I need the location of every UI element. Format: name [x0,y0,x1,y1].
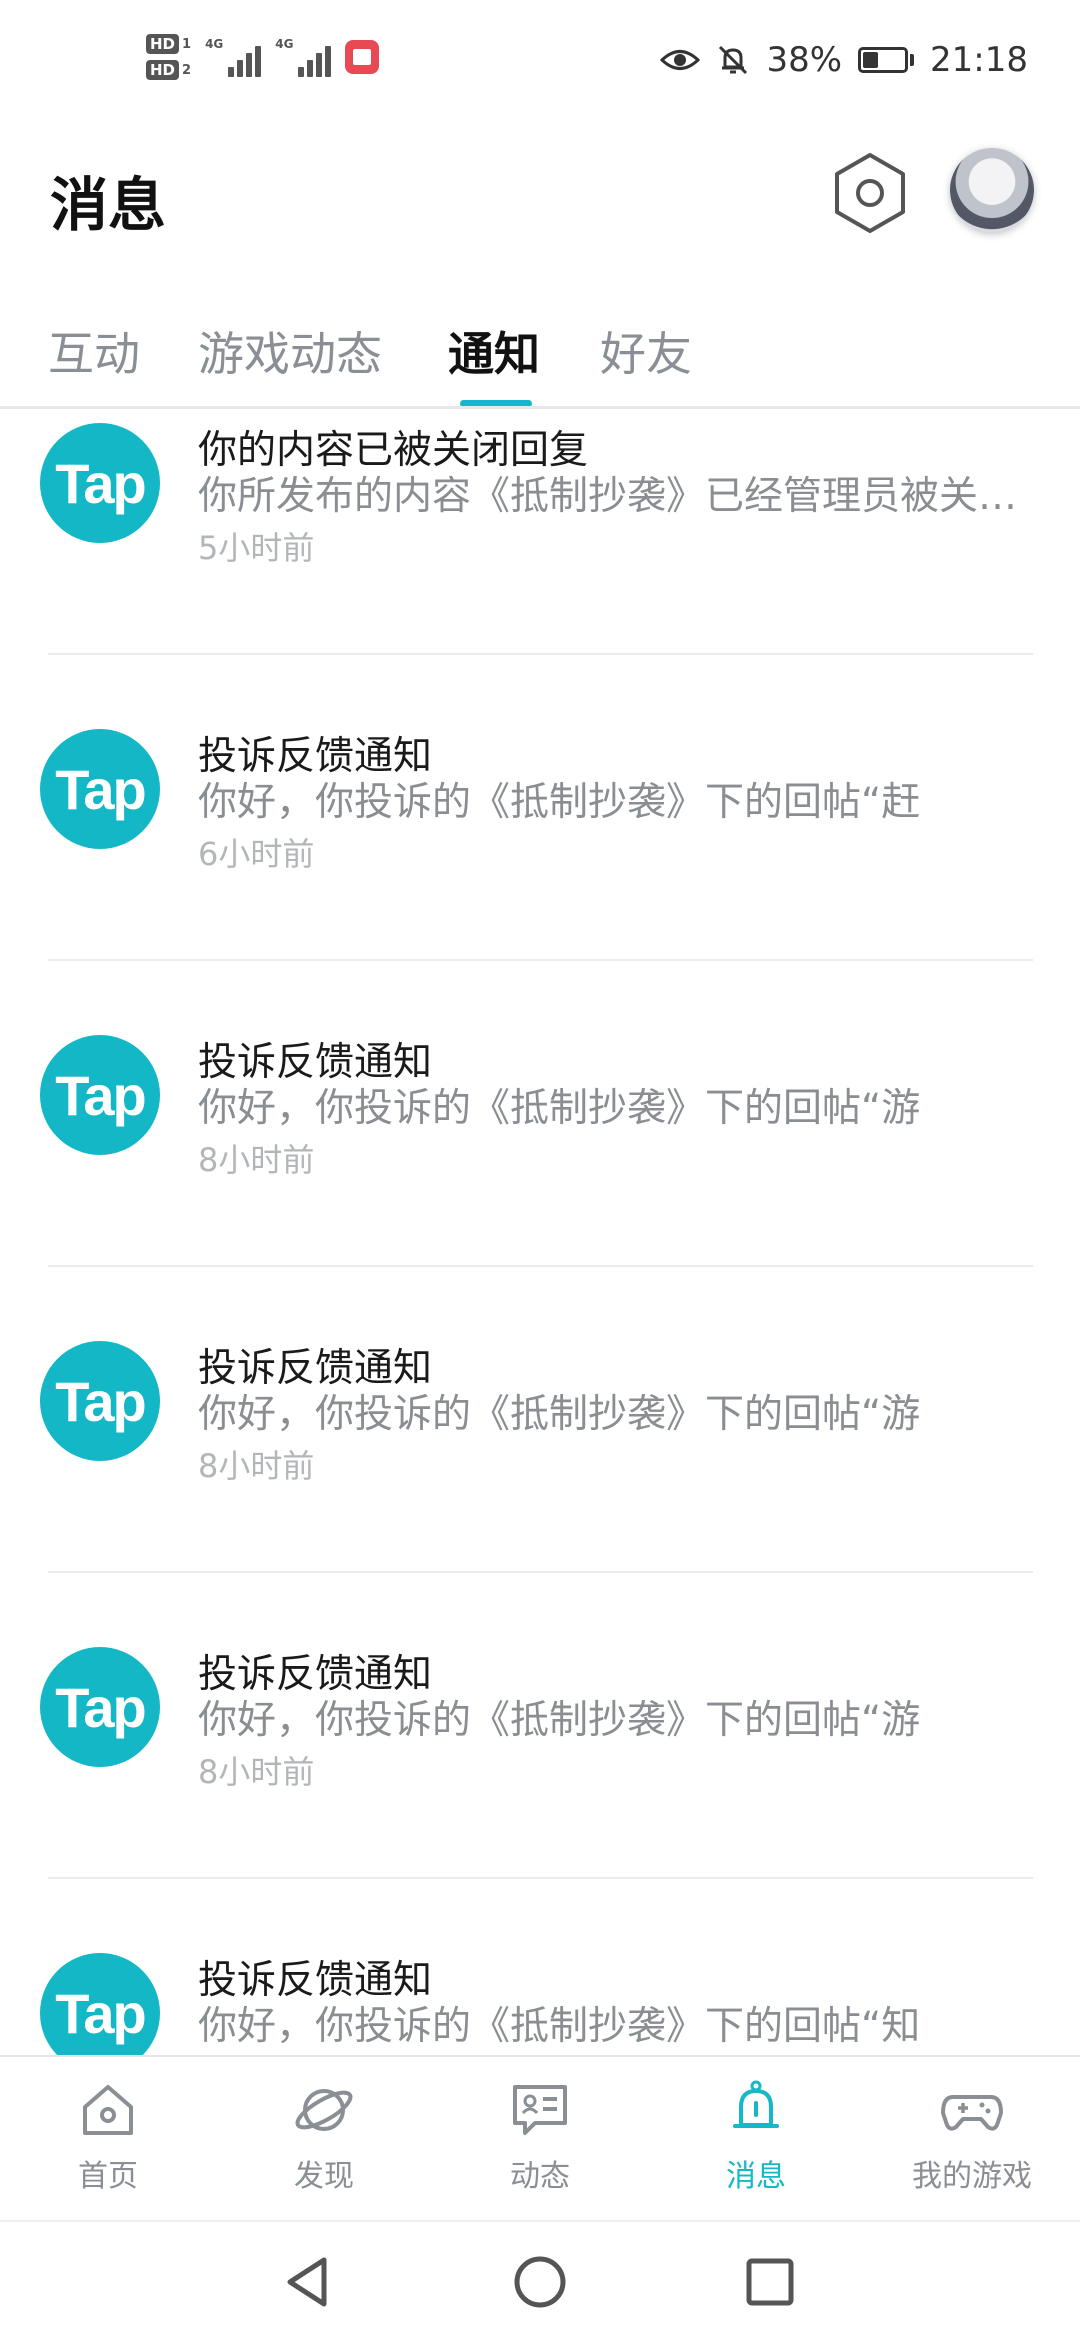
nav-home[interactable]: 首页 [8,2077,208,2207]
sim-number: 2 [182,62,192,78]
recents-icon[interactable] [740,2252,800,2312]
list-item[interactable]: Tap 你的内容已被关闭回复 你所发布的内容《抵制抄袭》已经管理员被关闭回复 5… [0,409,1080,715]
battery-percent: 38% [766,40,843,80]
nav-feed[interactable]: 动态 [440,2077,640,2207]
tap-logo-icon: Tap [40,1953,160,2055]
nav-messages[interactable]: 消息 [656,2077,856,2207]
notification-list: Tap 你的内容已被关闭回复 你所发布的内容《抵制抄袭》已经管理员被关闭回复 5… [0,409,1080,2055]
nav-label: 消息 [726,2159,786,2194]
settings-button[interactable] [830,150,910,236]
notification-body: 你好，你投诉的《抵制抄袭》下的回帖“游 [198,1698,921,1743]
list-item[interactable]: Tap 投诉反馈通知 你好，你投诉的《抵制抄袭》下的回帖“赶 6小时前 [0,671,1080,977]
battery-icon [858,47,915,73]
book-app-icon [345,40,380,74]
hd-badge-1: HD 1 [146,34,191,54]
avatar[interactable] [950,148,1034,232]
list-item[interactable]: Tap 投诉反馈通知 你好，你投诉的《抵制抄袭》下的回帖“游 8小时前 [0,1283,1080,1589]
divider [48,1265,1033,1267]
notification-time: 8小时前 [198,1141,315,1179]
tap-logo-icon: Tap [40,1341,160,1461]
system-nav-bar [0,2220,1080,2340]
hd-label: HD [146,60,180,80]
nav-label: 我的游戏 [912,2159,1032,2194]
screen: HD 1 HD 2 4G 4G 38% 21:18 消息 互动 游戏动态 通知 … [0,0,1080,2340]
network-type: 4G [275,37,294,51]
clock: 21:18 [930,40,1028,80]
tab-interaction[interactable]: 互动 [48,318,140,384]
tab-bar: 互动 游戏动态 通知 好友 [0,300,1080,410]
divider [48,653,1033,655]
tab-notifications[interactable]: 通知 [448,318,540,384]
divider [48,1877,1033,1879]
gamepad-icon [941,2095,1003,2131]
notification-time: 6小时前 [198,835,315,873]
bell-icon [733,2080,779,2128]
tap-logo-icon: Tap [40,1647,160,1767]
list-item[interactable]: Tap 投诉反馈通知 你好，你投诉的《抵制抄袭》下的回帖“游 8小时前 [0,977,1080,1283]
list-item[interactable]: Tap 投诉反馈通知 你好，你投诉的《抵制抄袭》下的回帖“游 8小时前 [0,1589,1080,1895]
notification-body: 你好，你投诉的《抵制抄袭》下的回帖“游 [198,1392,921,1437]
notification-time: 8小时前 [198,1753,315,1791]
notification-time: 5小时前 [198,529,315,567]
notification-body: 你好，你投诉的《抵制抄袭》下的回帖“游 [198,1086,921,1131]
nav-my-games[interactable]: 我的游戏 [872,2077,1072,2207]
status-bar: HD 1 HD 2 4G 4G 38% 21:18 [0,0,1080,130]
notification-time: 8小时前 [198,1447,315,1485]
tap-logo-icon: Tap [40,423,160,543]
sim-number: 1 [182,36,192,52]
nav-label: 发现 [294,2159,354,2194]
list-item[interactable]: Tap 投诉反馈通知 你好，你投诉的《抵制抄袭》下的回帖“知 [0,1895,1080,2055]
tap-logo-icon: Tap [40,729,160,849]
notification-body: 你好，你投诉的《抵制抄袭》下的回帖“赶 [198,780,921,825]
divider [48,959,1033,961]
home-circle-icon[interactable] [510,2252,570,2312]
hd-indicators: HD 1 HD 2 [146,34,191,80]
home-icon [83,2085,133,2135]
tap-logo-icon: Tap [40,1035,160,1155]
eye-icon [660,50,701,70]
network-type: 4G [205,37,224,51]
hd-badge-2: HD 2 [146,60,191,80]
hd-label: HD [146,34,180,54]
chat-card-icon [513,2085,567,2135]
page-title: 消息 [50,171,167,239]
bottom-nav: 首页 发现 动态 消息 我的游戏 [0,2055,1080,2220]
notification-body: 你所发布的内容《抵制抄袭》已经管理员被关闭回复 [198,474,1028,519]
bell-off-icon [719,45,748,75]
nav-discover[interactable]: 发现 [224,2077,424,2207]
planet-icon [295,2089,353,2131]
gear-icon [835,153,905,233]
tab-game-updates[interactable]: 游戏动态 [198,318,382,384]
status-left: HD 1 HD 2 4G 4G [146,34,380,80]
signal-icon: 4G [275,37,332,77]
status-right: 38% 21:18 [660,40,1028,80]
back-icon[interactable] [278,2252,338,2312]
tab-friends[interactable]: 好友 [600,318,692,384]
notification-body: 你好，你投诉的《抵制抄袭》下的回帖“知 [198,2004,921,2049]
nav-label: 动态 [510,2159,570,2194]
divider [48,1571,1033,1573]
nav-label: 首页 [78,2159,138,2194]
signal-icon: 4G [205,37,262,77]
